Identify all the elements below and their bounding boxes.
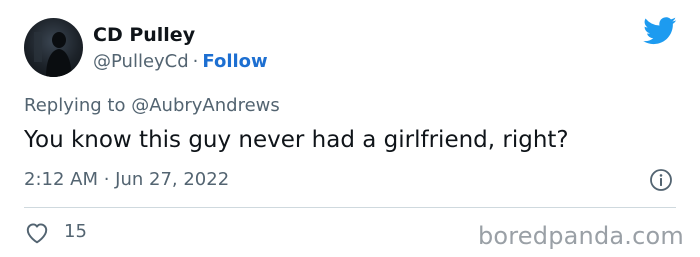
- like-button[interactable]: 15: [24, 219, 87, 245]
- tweet-text: You know this guy never had a girlfriend…: [24, 127, 569, 153]
- follow-button[interactable]: Follow: [202, 51, 267, 72]
- replying-to-line: Replying to @AubryAndrews: [24, 93, 280, 119]
- divider: [24, 207, 676, 208]
- replying-to-prefix: Replying to: [24, 95, 126, 116]
- author-display-name[interactable]: CD Pulley: [93, 22, 195, 48]
- avatar[interactable]: [24, 18, 83, 77]
- like-count: 15: [64, 221, 87, 242]
- heart-icon: [26, 223, 48, 244]
- author-handle-row: @PulleyCd · Follow: [93, 49, 268, 75]
- info-icon[interactable]: [649, 168, 673, 192]
- twitter-bird-icon[interactable]: [643, 17, 677, 45]
- separator-dot: ·: [192, 51, 199, 72]
- tweet-timestamp[interactable]: 2:12 AM · Jun 27, 2022: [24, 167, 229, 193]
- avatar-silhouette: [34, 32, 72, 77]
- boredpanda-watermark: boredpanda.com: [477, 222, 684, 250]
- reply-target-handle[interactable]: @AubryAndrews: [131, 95, 280, 116]
- author-handle[interactable]: @PulleyCd: [93, 51, 189, 72]
